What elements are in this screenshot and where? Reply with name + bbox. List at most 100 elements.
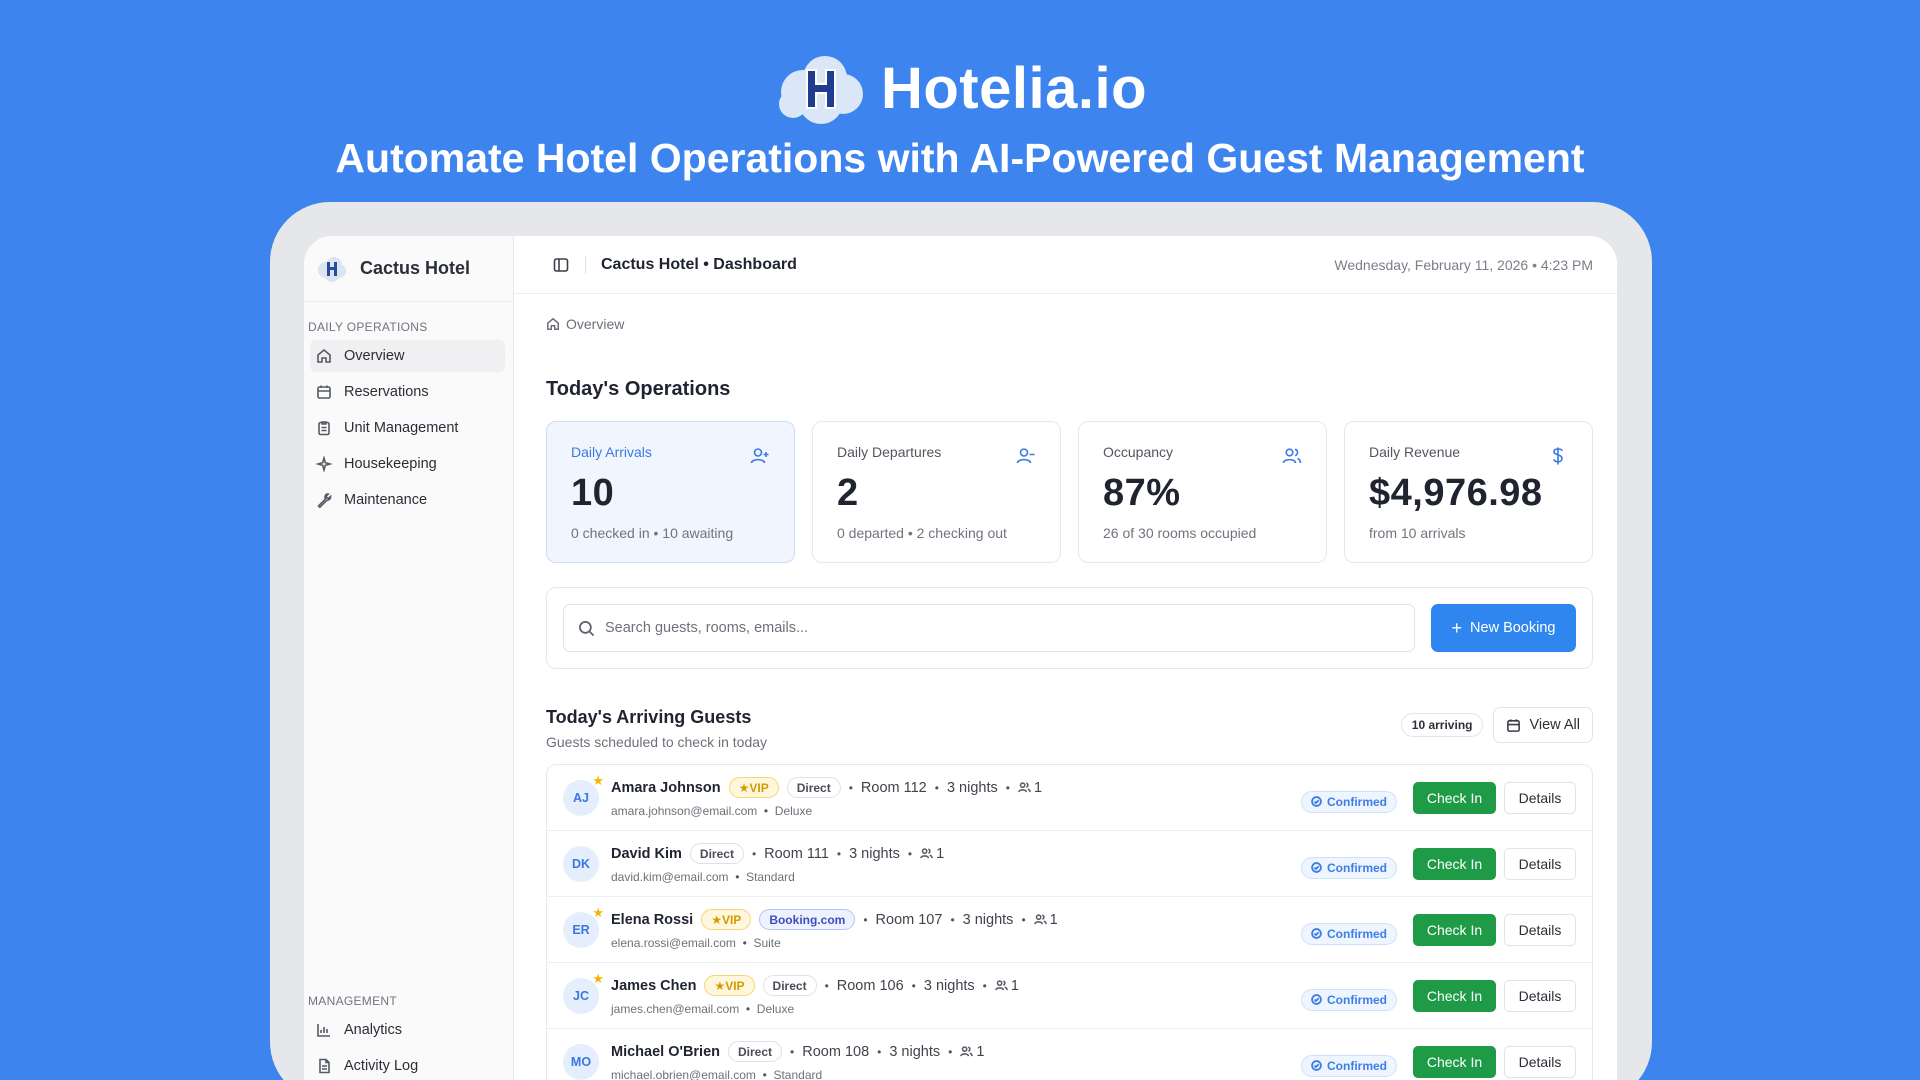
booking-source-badge: Direct <box>728 1041 783 1062</box>
separator-dot: • <box>950 912 955 927</box>
app-screen: Cactus Hotel DAILY OPERATIONS Overview R… <box>304 236 1617 1080</box>
sidebar-item-housekeeping[interactable]: Housekeeping <box>310 448 505 480</box>
calendar-icon <box>1507 718 1521 732</box>
sidebar-item-reservations[interactable]: Reservations <box>310 376 505 408</box>
check-in-button[interactable]: Check In <box>1413 979 1496 1012</box>
guest-info: Elena Rossi ★VIP Booking.com • Room 107 … <box>611 909 1301 950</box>
stat-daily-revenue[interactable]: Daily Revenue $4,976.98 from 10 arrivals <box>1344 421 1593 563</box>
stat-value: 87% <box>1103 472 1181 514</box>
sidebar-item-overview[interactable]: Overview <box>310 340 505 372</box>
room-number: Room 108 <box>802 1043 870 1060</box>
sidebar-item-maintenance[interactable]: Maintenance <box>310 484 505 516</box>
guest-secondary-line: elena.rossi@email.com • Suite <box>611 936 1301 950</box>
search-input[interactable] <box>605 620 1414 636</box>
bar-chart-icon <box>317 1024 330 1037</box>
check-in-button[interactable]: Check In <box>1413 1045 1496 1078</box>
guest-secondary-line: david.kim@email.com • Standard <box>611 870 1301 884</box>
stat-value: 2 <box>837 472 859 514</box>
guest-email: elena.rossi@email.com <box>611 936 736 950</box>
guest-row[interactable]: AJ ★ Amara Johnson ★VIP Direct • Room 11… <box>547 765 1592 831</box>
users-icon <box>1033 914 1047 925</box>
guest-email: amara.johnson@email.com <box>611 804 758 818</box>
guest-count: 1 <box>1018 780 1042 796</box>
users-icon <box>920 848 933 859</box>
details-button[interactable]: Details <box>1504 781 1576 814</box>
status-badge: Confirmed <box>1301 790 1397 813</box>
guest-name[interactable]: David Kim <box>611 846 682 862</box>
guest-count-value: 1 <box>976 1043 985 1060</box>
wrench-icon <box>317 493 332 508</box>
details-button[interactable]: Details <box>1504 847 1576 880</box>
sidebar-item-label: Maintenance <box>344 492 428 508</box>
arrivals-header: Today's Arriving Guests Guests scheduled… <box>546 707 1593 750</box>
guest-count: 1 <box>1033 912 1058 928</box>
arrivals-titles: Today's Arriving Guests Guests scheduled… <box>546 707 1401 750</box>
check-circle-icon <box>1311 862 1322 873</box>
details-button[interactable]: Details <box>1504 913 1576 946</box>
view-all-button[interactable]: View All <box>1493 707 1593 743</box>
sidebar-item-unit-management[interactable]: Unit Management <box>310 412 505 444</box>
stat-daily-departures[interactable]: Daily Departures 2 0 departed • 2 checki… <box>812 421 1061 563</box>
booking-source-badge: Direct <box>786 777 841 798</box>
guest-row[interactable]: ER ★ Elena Rossi ★VIP Booking.com • Room… <box>547 897 1592 963</box>
guest-primary-line: James Chen ★VIP Direct • Room 106 • 3 ni… <box>611 975 1301 996</box>
view-all-label: View All <box>1529 717 1580 733</box>
separator-dot: • <box>751 846 757 861</box>
main-panel: Cactus Hotel • Dashboard Wednesday, Febr… <box>514 236 1617 1080</box>
guest-row[interactable]: MO Michael O'Brien Direct • Room 108 • 3… <box>547 1029 1592 1080</box>
nights-count: 3 nights <box>889 1043 941 1060</box>
sidebar-item-label: Reservations <box>344 384 429 400</box>
check-in-button[interactable]: Check In <box>1413 913 1496 946</box>
check-in-button[interactable]: Check In <box>1413 781 1496 814</box>
document-icon <box>319 1058 330 1074</box>
sidebar-section-management: MANAGEMENT <box>308 994 398 1008</box>
brand-header: Hotelia.io <box>0 50 1920 126</box>
guest-name[interactable]: Amara Johnson <box>611 780 721 796</box>
search-card: + New Booking <box>546 587 1593 669</box>
details-button[interactable]: Details <box>1504 979 1576 1012</box>
hotelia-logo-icon <box>778 56 863 124</box>
booking-source-badge: Direct <box>689 843 744 864</box>
check-in-button[interactable]: Check In <box>1413 847 1496 880</box>
guest-count-value: 1 <box>1010 977 1019 994</box>
separator-dot: • <box>848 780 853 795</box>
booking-source-badge: Direct <box>762 975 817 996</box>
room-type: Deluxe <box>756 1002 795 1016</box>
stat-daily-arrivals[interactable]: Daily Arrivals 10 0 checked in • 10 awai… <box>546 421 795 563</box>
guest-row[interactable]: JC ★ James Chen ★VIP Direct • Room 106 •… <box>547 963 1592 1029</box>
hotel-name: Cactus Hotel <box>360 258 471 278</box>
stat-subtext: 0 checked in • 10 awaiting <box>571 525 734 541</box>
guest-name[interactable]: Michael O'Brien <box>611 1044 720 1060</box>
separator-dot: • <box>863 912 868 927</box>
sidebar-item-activity-log[interactable]: Activity Log <box>310 1050 505 1080</box>
vip-badge: ★VIP <box>728 777 779 798</box>
sidebar-item-label: Activity Log <box>344 1058 419 1074</box>
sidebar-toggle-icon[interactable] <box>552 256 570 274</box>
details-button[interactable]: Details <box>1504 1045 1576 1078</box>
guest-name[interactable]: Elena Rossi <box>611 912 693 928</box>
stat-subtext: 0 departed • 2 checking out <box>837 525 1007 541</box>
guest-count: 1 <box>960 1044 984 1060</box>
guest-name[interactable]: James Chen <box>611 978 696 994</box>
separator-dot: • <box>836 846 842 861</box>
stat-occupancy[interactable]: Occupancy 87% 26 of 30 rooms occupied <box>1078 421 1327 563</box>
current-datetime: Wednesday, February 11, 2026 • 4:23 PM <box>1334 256 1593 273</box>
guest-info: James Chen ★VIP Direct • Room 106 • 3 ni… <box>611 975 1301 1016</box>
sidebar-item-label: Overview <box>344 348 405 364</box>
guest-info: Michael O'Brien Direct • Room 108 • 3 ni… <box>611 1041 1301 1080</box>
brand-name: Hotelia.io <box>880 55 1148 121</box>
breadcrumb[interactable]: Overview <box>546 316 1593 332</box>
topbar-divider <box>585 255 586 274</box>
stats-grid: Daily Arrivals 10 0 checked in • 10 awai… <box>546 421 1593 563</box>
page-title: Cactus Hotel • Dashboard <box>601 255 797 273</box>
sidebar-item-label: Analytics <box>344 1022 403 1038</box>
new-booking-button[interactable]: + New Booking <box>1431 604 1576 652</box>
sidebar-header: Cactus Hotel <box>304 236 513 302</box>
topbar: Cactus Hotel • Dashboard Wednesday, Febr… <box>514 236 1617 294</box>
guest-row[interactable]: DK David Kim Direct • Room 111 • 3 night… <box>547 831 1592 897</box>
sidebar-item-analytics[interactable]: Analytics <box>310 1014 505 1046</box>
stat-subtext: from 10 arrivals <box>1369 525 1466 541</box>
separator-dot: • <box>759 1068 774 1080</box>
search-box[interactable] <box>563 604 1415 652</box>
plus-icon: + <box>1451 618 1463 638</box>
